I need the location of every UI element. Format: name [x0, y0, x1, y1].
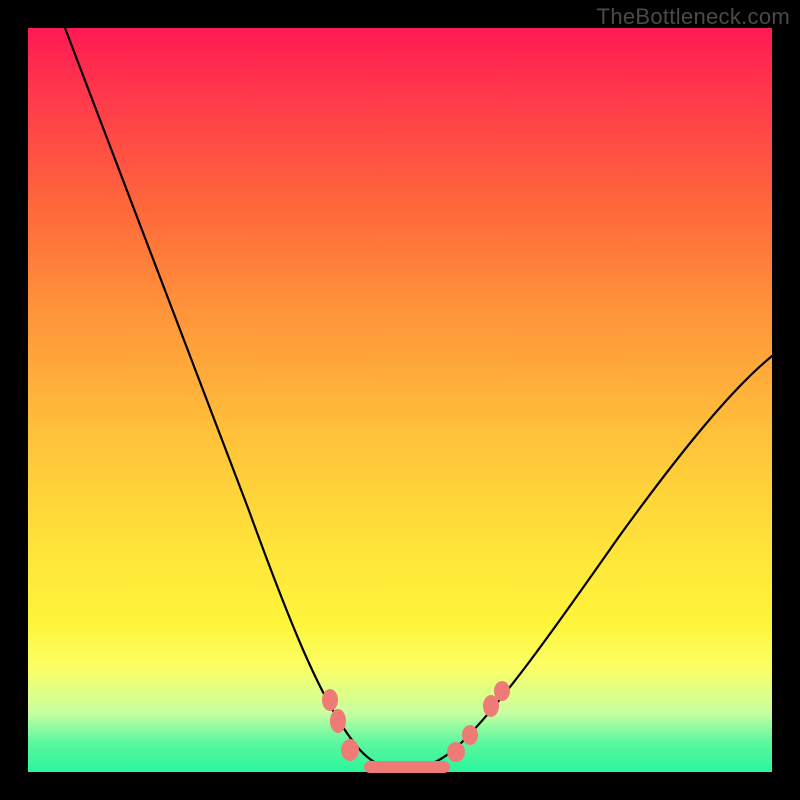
curve-marker — [330, 709, 346, 733]
curve-marker-bar — [364, 761, 450, 773]
chart-frame: TheBottleneck.com — [0, 0, 800, 800]
curve-marker — [462, 725, 478, 745]
curve-right-branch — [400, 356, 772, 769]
curve-marker — [494, 681, 510, 701]
plot-area — [28, 28, 772, 772]
curve-left-branch — [65, 28, 400, 769]
watermark-text: TheBottleneck.com — [597, 4, 790, 30]
curve-marker — [322, 689, 338, 711]
curve-marker — [341, 739, 359, 761]
curve-marker — [447, 742, 465, 762]
bottleneck-curve — [28, 28, 772, 772]
